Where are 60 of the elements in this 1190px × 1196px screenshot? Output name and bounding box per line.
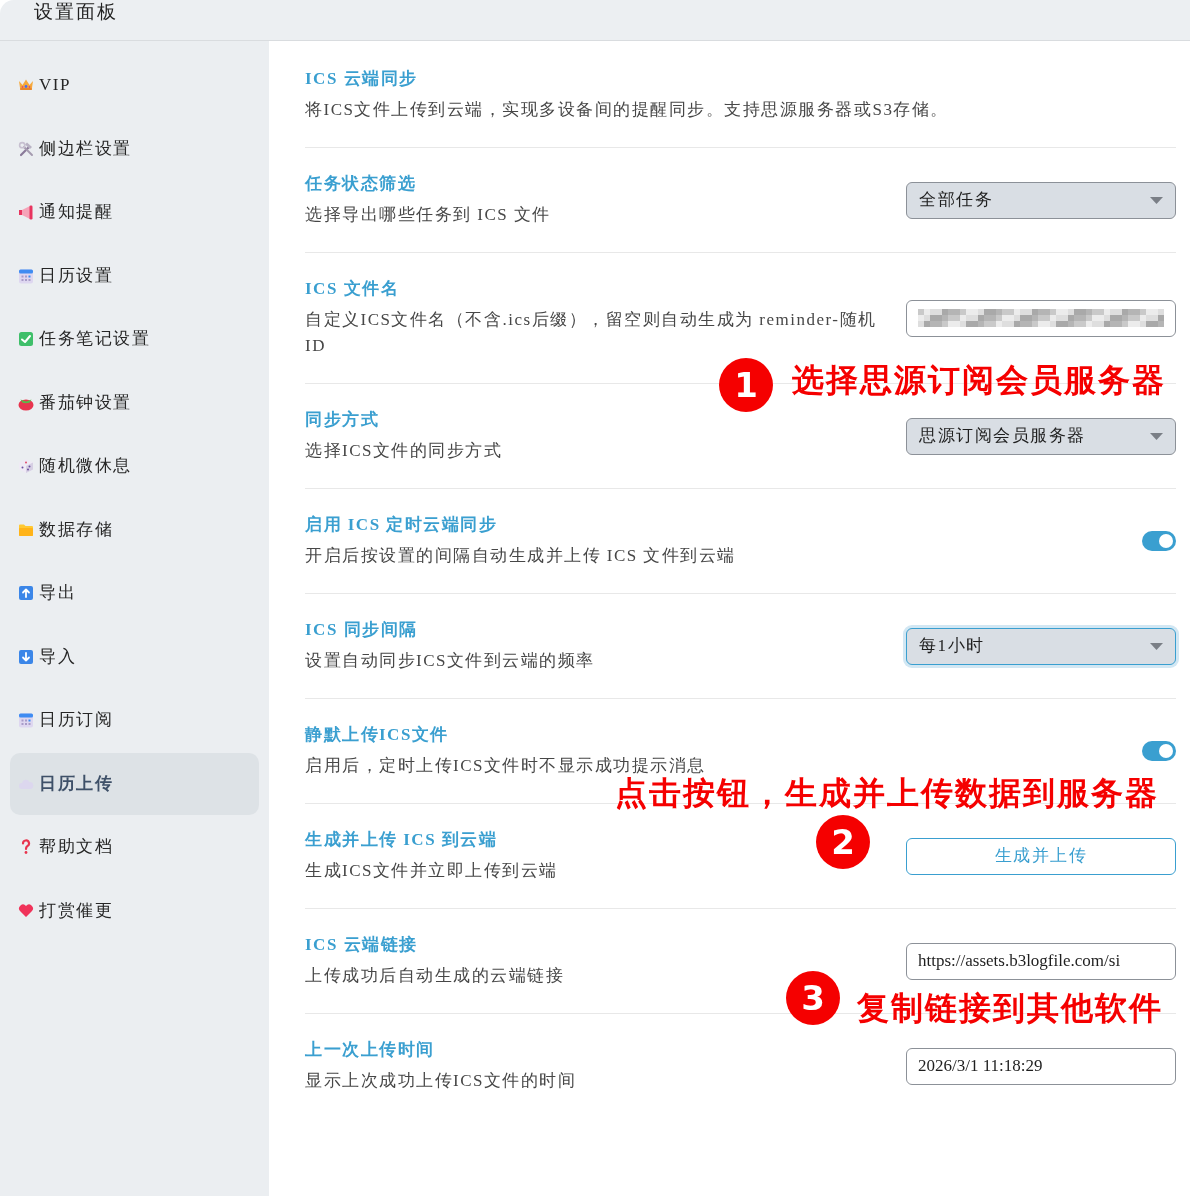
select-dropdown[interactable]: 思源订阅会员服务器	[906, 417, 1176, 455]
setting-description: 上传成功后自动生成的云端链接	[305, 965, 564, 987]
sidebar-item[interactable]: 通知提醒	[10, 181, 259, 243]
setting-description: 启用后，定时上传ICS文件时不显示成功提示消息	[305, 755, 706, 777]
select-dropdown[interactable]: 每1小时	[906, 627, 1176, 665]
megaphone-icon	[18, 204, 34, 220]
select-dropdown[interactable]: 全部任务	[906, 181, 1176, 219]
sidebar-item[interactable]: 侧边栏设置	[10, 117, 259, 180]
sidebar-item[interactable]: 任务笔记设置	[10, 308, 259, 370]
setting-description: 开启后按设置的间隔自动生成并上传 ICS 文件到云端	[305, 545, 736, 567]
sidebar-item[interactable]: 打赏催更	[10, 879, 259, 942]
setting-title: ICS 同步间隔	[305, 619, 418, 641]
setting-description: 选择导出哪些任务到 ICS 文件	[305, 204, 551, 226]
text-field[interactable]: 2026/3/1 11:18:29	[906, 1047, 1176, 1085]
panel-title: 设置面板	[34, 0, 118, 24]
setting-title: 同步方式	[305, 409, 379, 431]
setting-title: 生成并上传 ICS 到云端	[305, 829, 498, 851]
sidebar-item[interactable]: 帮助文档	[10, 816, 259, 878]
setting-title: 启用 ICS 定时云端同步	[305, 514, 498, 536]
calendar-icon	[18, 712, 34, 728]
setting-title: 上一次上传时间	[305, 1039, 435, 1061]
annotation-text: 选择思源订阅会员服务器	[792, 364, 1166, 396]
setting-description: 生成ICS文件并立即上传到云端	[305, 860, 558, 882]
calendar-icon	[18, 267, 34, 284]
check-icon	[18, 331, 34, 347]
sidebar-item[interactable]: 数据存储	[10, 498, 259, 561]
setting-title: ICS 文件名	[305, 278, 400, 300]
sidebar-item[interactable]: 随机微休息	[10, 435, 259, 497]
tools-icon	[18, 140, 34, 157]
sidebar-item[interactable]: 番茄钟设置	[10, 371, 259, 434]
sidebar-item[interactable]: 日历订阅	[10, 689, 259, 751]
crown-icon	[18, 77, 34, 93]
setting-description: 选择ICS文件的同步方式	[305, 440, 503, 462]
sidebar-item[interactable]: 日历上传	[10, 752, 259, 815]
setting-description: 显示上次成功上传ICS文件的时间	[305, 1070, 577, 1092]
setting-description: 自定义ICS文件名（不含.ics后缀），留空则自动生成为 reminder-随机ID	[305, 309, 878, 357]
setting-description: 设置自动同步ICS文件到云端的频率	[305, 650, 595, 672]
question-mark-icon	[21, 839, 31, 855]
caret-icon	[1150, 196, 1163, 204]
sidebar-item[interactable]: VIP	[10, 54, 259, 116]
annotation-text: 复制链接到其他软件	[857, 992, 1163, 1024]
step-marker: 2	[816, 815, 870, 869]
setting-description: 将ICS文件上传到云端，实现多设备间的提醒同步。支持思源服务器或S3存储。	[305, 99, 949, 121]
toggle-switch[interactable]	[1142, 741, 1176, 761]
step-marker: 1	[719, 358, 773, 412]
annotation-text: 点击按钮，生成并上传数据到服务器	[615, 777, 1159, 809]
sidebar-item[interactable]: 导出	[10, 562, 259, 624]
text-field[interactable]: https://assets.b3logfile.com/si	[906, 942, 1176, 980]
caret-icon	[1150, 432, 1163, 440]
setting-title: ICS 云端同步	[305, 68, 418, 90]
step-marker: 3	[786, 971, 840, 1025]
sidebar-item[interactable]: 导入	[10, 625, 259, 688]
setting-title: 任务状态筛选	[305, 173, 416, 195]
setting-title: 静默上传ICS文件	[305, 724, 449, 746]
caret-icon	[1150, 642, 1163, 650]
sidebar-item[interactable]: 日历设置	[10, 244, 259, 307]
heart-icon	[18, 903, 34, 918]
setting-title: ICS 云端链接	[305, 934, 418, 956]
toggle-switch[interactable]	[1142, 531, 1176, 551]
text-field[interactable]	[906, 299, 1176, 337]
